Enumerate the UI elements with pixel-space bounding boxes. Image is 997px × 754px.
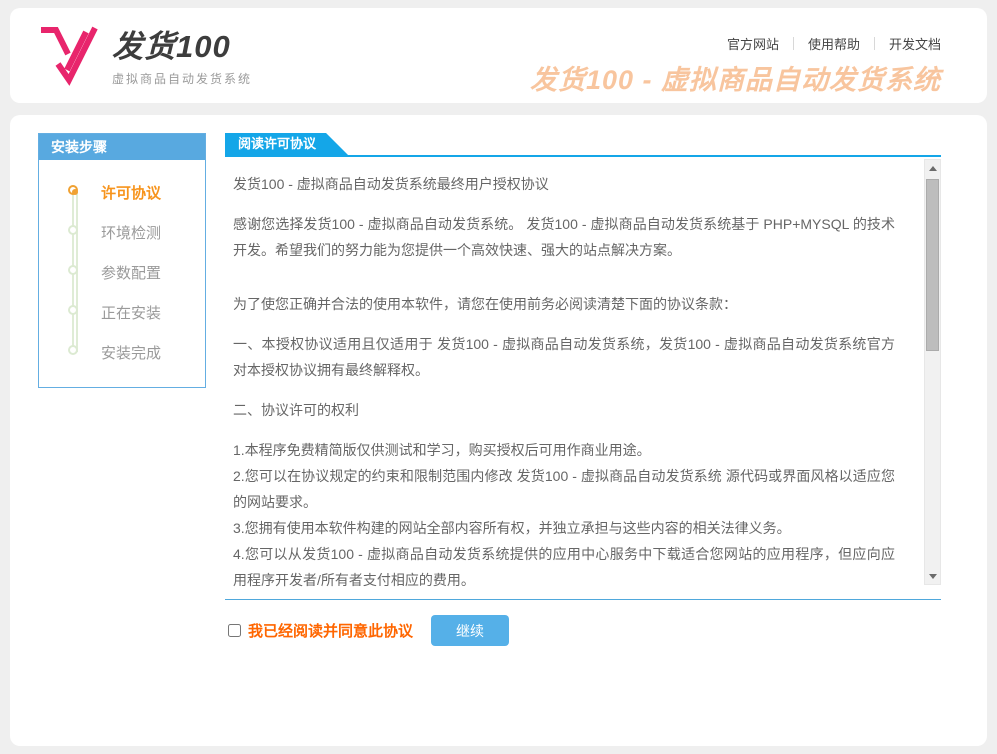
step-label: 参数配置 <box>101 262 161 283</box>
license-paragraph: 2.您可以在协议规定的约束和限制范围内修改 发货100 - 虚拟商品自动发货系统… <box>233 463 895 515</box>
license-paragraph <box>233 383 895 397</box>
step-dot-icon <box>68 265 78 275</box>
license-paragraph: 一、本授权协议适用且仅适用于 发货100 - 虚拟商品自动发货系统，发货100 … <box>233 331 895 383</box>
scroll-down-button[interactable] <box>925 568 940 584</box>
logo[interactable]: 发货100 虚拟商品自动发货系统 <box>36 22 252 88</box>
logo-subtitle: 虚拟商品自动发货系统 <box>112 70 252 87</box>
step-dot-active-icon <box>68 185 78 195</box>
content-divider <box>225 599 941 600</box>
license-paragraph: 4.您可以从发货100 - 虚拟商品自动发货系统提供的应用中心服务中下载适合您网… <box>233 541 895 587</box>
step-installing: 正在安装 <box>39 292 205 332</box>
step-complete: 安装完成 <box>39 332 205 372</box>
license-paragraph: 1.本程序免费精简版仅供测试和学习，购买授权后可用作商业用途。 <box>233 437 895 463</box>
arrow-down-icon <box>929 574 937 579</box>
license-section: 阅读许可协议 发货100 - 虚拟商品自动发货系统最终用户授权协议 感谢您选择发… <box>225 133 941 646</box>
license-paragraph: 感谢您选择发货100 - 虚拟商品自动发货系统。 发货100 - 虚拟商品自动发… <box>233 211 895 263</box>
license-paragraph <box>233 317 895 331</box>
step-label: 安装完成 <box>101 342 161 363</box>
arrow-up-icon <box>929 166 937 171</box>
agree-label[interactable]: 我已经阅读并同意此协议 <box>248 620 413 641</box>
license-paragraph <box>233 263 895 277</box>
license-paragraph <box>233 277 895 291</box>
main-panel: 安装步骤 许可协议 环境检测 参数配置 正在安装 安装完成 <box>10 115 987 746</box>
license-paragraph <box>233 197 895 211</box>
vertical-scrollbar[interactable] <box>924 159 941 585</box>
nav-link-dev-docs[interactable]: 开发文档 <box>889 34 941 53</box>
nav-separator <box>793 37 794 50</box>
step-license: 许可协议 <box>39 172 205 212</box>
step-dot-icon <box>68 345 78 355</box>
step-environment-check: 环境检测 <box>39 212 205 252</box>
slogan: 发货100 - 虚拟商品自动发货系统 <box>530 58 941 97</box>
scroll-up-button[interactable] <box>925 160 940 176</box>
nav-separator <box>874 37 875 50</box>
header: 发货100 虚拟商品自动发货系统 官方网站 使用帮助 开发文档 发货100 - … <box>10 8 987 103</box>
nav-link-help[interactable]: 使用帮助 <box>808 34 860 53</box>
license-scroll-area: 发货100 - 虚拟商品自动发货系统最终用户授权协议 感谢您选择发货100 - … <box>225 157 941 587</box>
top-nav: 官方网站 使用帮助 开发文档 <box>727 34 941 53</box>
agreement-controls: 我已经阅读并同意此协议 继续 <box>225 615 941 646</box>
license-paragraph: 3.您拥有使用本软件构建的网站全部内容所有权，并独立承担与这些内容的相关法律义务… <box>233 515 895 541</box>
install-steps-title: 安装步骤 <box>39 134 205 160</box>
step-dot-icon <box>68 305 78 315</box>
license-text: 发货100 - 虚拟商品自动发货系统最终用户授权协议 感谢您选择发货100 - … <box>225 157 941 587</box>
license-paragraph: 发货100 - 虚拟商品自动发货系统最终用户授权协议 <box>233 171 895 197</box>
continue-button[interactable]: 继续 <box>431 615 509 646</box>
logo-title: 发货100 <box>112 30 252 64</box>
scrollbar-thumb[interactable] <box>926 179 939 351</box>
logo-icon <box>36 22 100 88</box>
license-paragraph: 为了使您正确并合法的使用本软件，请您在使用前务必阅读清楚下面的协议条款： <box>233 291 895 317</box>
tab-read-license: 阅读许可协议 <box>225 133 348 155</box>
license-paragraph <box>233 423 895 437</box>
license-paragraph: 二、协议许可的权利 <box>233 397 895 423</box>
install-steps-list: 许可协议 环境检测 参数配置 正在安装 安装完成 <box>39 160 205 387</box>
step-label: 正在安装 <box>101 302 161 323</box>
install-steps-panel: 安装步骤 许可协议 环境检测 参数配置 正在安装 安装完成 <box>38 133 206 388</box>
step-label: 许可协议 <box>101 182 161 203</box>
step-label: 环境检测 <box>101 222 161 243</box>
step-parameter-config: 参数配置 <box>39 252 205 292</box>
nav-link-official-site[interactable]: 官方网站 <box>727 34 779 53</box>
agree-checkbox[interactable] <box>228 624 241 637</box>
step-dot-icon <box>68 225 78 235</box>
